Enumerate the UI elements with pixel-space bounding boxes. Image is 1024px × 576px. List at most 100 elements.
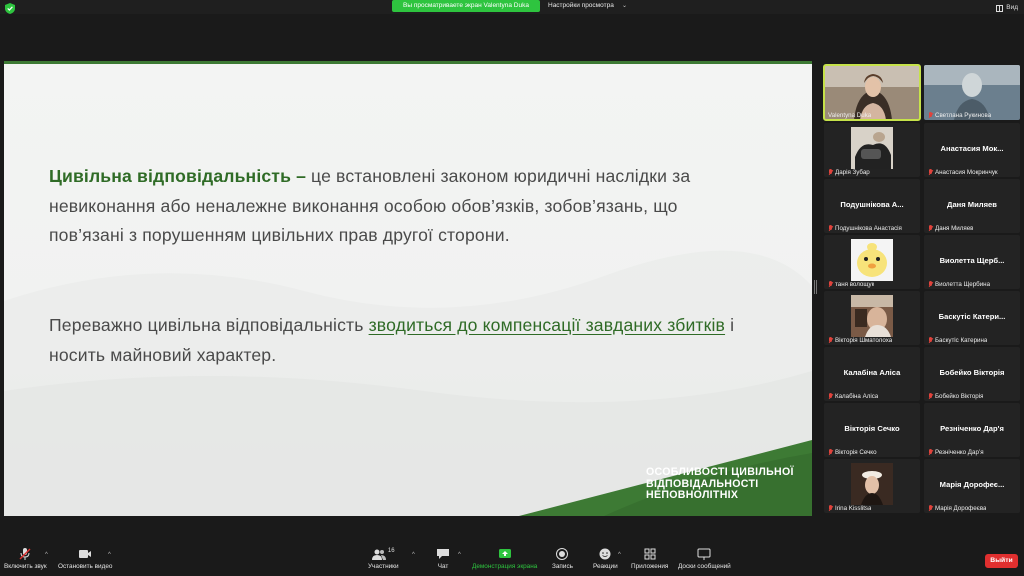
participant-display-name: Анастасия Мок... [940,144,1004,153]
mic-muted-icon [19,548,31,560]
participant-tile[interactable]: Виолетта Щерб... Виолетта Щербина [924,235,1020,289]
mic-muted-icon [828,505,833,512]
participant-tile[interactable]: Анастасия Мок... Анастасия Мокринчук [924,123,1020,177]
participant-display-name: Резніченко Дар'я [940,424,1004,433]
record-icon [556,548,569,560]
chevron-up-icon[interactable]: ^ [412,552,415,558]
screen-share-notice: Вы просматриваете экран Valentyna Duka [392,0,540,12]
zoom-meeting-window: Вы просматриваете экран Valentyna Duka Н… [0,0,1024,576]
participant-tile[interactable]: Irina Kisslitsa [824,459,920,513]
participants-button[interactable]: 16 Участники [368,548,399,570]
participant-name-label: Марія Дорофеєва [928,505,986,512]
participant-display-name: Калабіна Аліса [843,368,901,377]
mic-muted-icon [928,225,933,232]
participant-display-name: Бобейко Вікторія [939,368,1005,377]
participants-count: 16 [387,548,395,554]
avatar [851,295,893,337]
stop-video-button[interactable]: Остановить видео [58,548,112,570]
mic-muted-icon [928,337,933,344]
whiteboard-icon [697,548,711,560]
view-label: Вид [1006,4,1018,11]
mic-muted-icon [828,449,833,456]
panel-resize-handle[interactable] [813,280,817,296]
apps-icon [644,548,656,560]
participant-tile[interactable]: Калабіна Аліса Калабіна Аліса [824,347,920,401]
mic-muted-icon [928,449,933,456]
chevron-up-icon[interactable]: ^ [108,552,111,558]
participant-name-label: таня волощук [828,281,874,288]
mic-muted-icon [828,281,833,288]
mic-muted-icon [828,225,833,232]
shield-icon[interactable] [5,3,15,14]
grid-icon [996,4,1004,12]
share-screen-icon [498,549,511,558]
reactions-button[interactable]: Реакции [593,548,618,570]
slide-green-wedge [519,440,812,516]
meeting-toolbar: Включить звук ^ Остановить видео ^ 16 Уч… [0,544,1024,576]
participant-tile[interactable]: Даня Миляев Даня Миляев [924,179,1020,233]
mic-muted-icon [928,393,933,400]
smiley-icon [599,548,611,560]
mic-muted-icon [928,112,933,119]
participant-tile[interactable]: Марія Дорофеє... Марія Дорофеєва [924,459,1020,513]
participant-tile[interactable]: Вікторія Шматолоха [824,291,920,345]
mic-muted-icon [928,281,933,288]
mic-muted-icon [928,169,933,176]
participant-name-label: Светлана Рукинова [928,112,991,119]
participant-display-name: Баскутіс Катери... [938,312,1006,321]
participant-name-label: Резніченко Дар’я [928,449,984,456]
avatar [851,463,893,505]
video-camera-icon [79,550,92,558]
participant-name-label: Бобейко Вікторія [928,393,983,400]
participant-tile-active[interactable]: Valentyna Duka [823,64,921,121]
participant-name-label: Valentyna Duka [828,112,872,119]
participant-tile[interactable]: Светлана Рукинова [924,65,1020,120]
view-button[interactable]: Вид [996,3,1018,13]
participant-name-label: Вікторія Сечко [828,449,877,456]
mic-muted-icon [828,393,833,400]
participant-display-name: Подушнікова А... [840,200,904,209]
apps-button[interactable]: Приложения [631,548,668,570]
slide-title: ОСОБЛИВОСТІ ЦИВІЛЬНОЇ ВІДПОВІДАЛЬНОСТІ Н… [646,466,794,501]
whiteboards-button[interactable]: Доски сообщений [678,548,731,570]
mic-muted-icon [928,505,933,512]
chevron-up-icon[interactable]: ^ [45,552,48,558]
chevron-up-icon[interactable]: ^ [458,552,461,558]
mic-muted-icon [828,169,833,176]
participant-tile[interactable]: Вікторія Сечко Вікторія Сечко [824,403,920,457]
chat-button[interactable]: Чат [436,548,450,570]
duck-avatar [851,239,893,281]
participant-display-name: Даня Миляев [947,200,997,209]
participant-name-label: Баскутіс Катерина [928,337,987,344]
shared-screen-slide: Цивільна відповідальність – це встановле… [4,61,812,516]
participant-name-label: Калабіна Аліса [828,393,878,400]
participant-tile[interactable]: Резніченко Дар'я Резніченко Дар’я [924,403,1020,457]
participant-tile[interactable]: Дарія Зубар [824,123,920,177]
mic-muted-icon [828,337,833,344]
leave-button[interactable]: Выйти [985,554,1018,568]
top-bar: Вы просматриваете экран Valentyna Duka Н… [0,0,1024,14]
share-screen-button[interactable]: Демонстрация экрана [472,548,537,570]
participant-tile[interactable]: таня волощук [824,235,920,289]
unmute-button[interactable]: Включить звук [4,548,47,570]
participant-name-label: Дарія Зубар [828,169,870,176]
participant-name-label: Виолетта Щербина [928,281,990,288]
participant-tile[interactable]: Подушнікова А... Подушнікова Анастасія [824,179,920,233]
participant-tile[interactable]: Бобейко Вікторія Бобейко Вікторія [924,347,1020,401]
participant-display-name: Вікторія Сечко [844,424,900,433]
chevron-up-icon[interactable]: ^ [618,552,621,558]
participant-tile[interactable]: Баскутіс Катери... Баскутіс Катерина [924,291,1020,345]
chat-icon [437,549,449,559]
participant-display-name: Марія Дорофеє... [939,480,1005,489]
participants-icon [371,549,386,560]
participant-display-name: Виолетта Щерб... [939,256,1005,265]
participant-name-label: Подушнікова Анастасія [828,225,902,232]
view-settings-button[interactable]: Настройки просмотра [548,0,614,12]
record-button[interactable]: Запись [552,548,573,570]
chevron-down-icon[interactable]: ⌄ [622,0,627,12]
participant-name-label: Вікторія Шматолоха [828,337,892,344]
participant-name-label: Irina Kisslitsa [828,505,871,512]
avatar [851,127,893,169]
participant-name-label: Даня Миляев [928,225,973,232]
participant-name-label: Анастасия Мокринчук [928,169,998,176]
